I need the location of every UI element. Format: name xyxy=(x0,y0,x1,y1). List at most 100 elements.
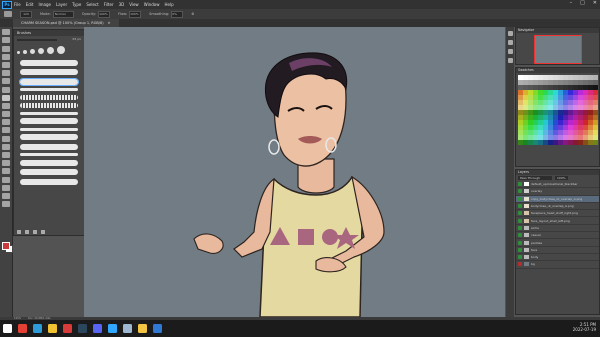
color-swatch[interactable] xyxy=(568,75,573,80)
color-swatch[interactable] xyxy=(563,80,568,85)
color-swatch[interactable] xyxy=(553,120,558,125)
color-swatch[interactable] xyxy=(553,110,558,115)
color-swatch[interactable] xyxy=(523,90,528,95)
color-swatch[interactable] xyxy=(578,75,583,80)
color-swatch[interactable] xyxy=(518,85,523,90)
color-swatch[interactable] xyxy=(533,130,538,135)
color-swatch[interactable] xyxy=(553,75,558,80)
color-swatch[interactable] xyxy=(553,125,558,130)
color-swatch[interactable] xyxy=(553,140,558,145)
brush-size-value[interactable]: 120 xyxy=(20,10,32,18)
color-swatch[interactable] xyxy=(588,75,593,80)
color-swatch[interactable] xyxy=(573,140,578,145)
color-swatch[interactable] xyxy=(518,125,523,130)
color-swatch[interactable] xyxy=(528,95,533,100)
brush-preset-icon[interactable] xyxy=(38,48,44,54)
color-swatch[interactable] xyxy=(523,105,528,110)
crop-tool-icon[interactable] xyxy=(2,61,10,68)
color-swatch[interactable] xyxy=(528,75,533,80)
opacity-value[interactable]: 100% xyxy=(98,10,111,18)
color-swatch[interactable] xyxy=(558,140,563,145)
color-swatch[interactable] xyxy=(583,135,588,140)
color-swatch[interactable] xyxy=(523,130,528,135)
color-swatch[interactable] xyxy=(528,115,533,120)
layer-row[interactable]: bg xyxy=(516,261,599,269)
color-swatch[interactable] xyxy=(593,110,598,115)
color-swatch[interactable] xyxy=(543,85,548,90)
lasso-tool-icon[interactable] xyxy=(2,45,10,52)
color-swatch[interactable] xyxy=(538,100,543,105)
color-swatch[interactable] xyxy=(533,115,538,120)
color-swatch[interactable] xyxy=(558,100,563,105)
brush-preset-icon[interactable] xyxy=(57,46,65,54)
color-swatch[interactable] xyxy=(563,75,568,80)
color-swatch[interactable] xyxy=(563,125,568,130)
new-brush-icon[interactable] xyxy=(33,230,37,234)
color-swatch[interactable] xyxy=(593,100,598,105)
brush-size-slider[interactable] xyxy=(17,38,57,41)
brush-stroke-preview[interactable] xyxy=(20,169,78,175)
color-swatch[interactable] xyxy=(548,105,553,110)
color-swatch[interactable] xyxy=(568,80,573,85)
menu-help[interactable]: Help xyxy=(164,2,173,7)
color-swatch[interactable] xyxy=(558,85,563,90)
color-swatch[interactable] xyxy=(558,135,563,140)
brush-stroke-preview-selected[interactable] xyxy=(19,77,79,86)
zoom-tool-icon[interactable] xyxy=(2,192,10,199)
color-swatch[interactable] xyxy=(593,115,598,120)
blend-mode-select[interactable]: Pass Through xyxy=(518,176,552,180)
shape-tool-icon[interactable] xyxy=(2,176,10,183)
color-swatch[interactable] xyxy=(543,140,548,145)
settings-gear-icon[interactable]: ⚙ xyxy=(191,12,194,16)
color-swatch[interactable] xyxy=(588,95,593,100)
marquee-tool-icon[interactable] xyxy=(2,37,10,44)
color-swatch[interactable] xyxy=(533,100,538,105)
color-swatch[interactable] xyxy=(538,135,543,140)
layer-row[interactable]: face xyxy=(516,247,599,254)
layer-row[interactable]: extra xyxy=(516,225,599,233)
color-swatch[interactable] xyxy=(558,120,563,125)
color-swatch[interactable] xyxy=(533,110,538,115)
quick-select-tool-icon[interactable] xyxy=(2,53,10,60)
color-swatch[interactable] xyxy=(588,105,593,110)
color-swatch[interactable] xyxy=(583,125,588,130)
color-swatch[interactable] xyxy=(543,130,548,135)
start-icon[interactable] xyxy=(3,324,12,333)
brush-stroke-preview[interactable] xyxy=(20,103,78,108)
color-swatch[interactable] xyxy=(573,130,578,135)
color-swatch[interactable] xyxy=(528,110,533,115)
color-swatch[interactable] xyxy=(558,130,563,135)
paragraph-icon[interactable] xyxy=(507,58,513,63)
color-swatch[interactable] xyxy=(538,105,543,110)
properties-icon[interactable] xyxy=(507,40,513,45)
visibility-eye-icon[interactable] xyxy=(518,240,522,245)
color-swatch[interactable] xyxy=(523,75,528,80)
color-swatch[interactable] xyxy=(578,125,583,130)
color-swatch[interactable] xyxy=(573,115,578,120)
color-swatch[interactable] xyxy=(593,125,598,130)
color-swatch[interactable] xyxy=(543,120,548,125)
color-swatch[interactable] xyxy=(553,90,558,95)
color-swatch[interactable] xyxy=(583,120,588,125)
color-swatch[interactable] xyxy=(563,105,568,110)
menu-view[interactable]: View xyxy=(129,2,139,7)
color-swatch[interactable] xyxy=(533,85,538,90)
visibility-eye-icon[interactable] xyxy=(518,189,522,194)
color-swatch[interactable] xyxy=(528,130,533,135)
color-swatch[interactable] xyxy=(548,95,553,100)
color-swatch[interactable] xyxy=(583,80,588,85)
color-swatch[interactable] xyxy=(518,95,523,100)
close-icon[interactable]: ✕ xyxy=(593,0,597,6)
menu-edit[interactable]: Edit xyxy=(26,2,34,7)
color-swatch[interactable] xyxy=(593,75,598,80)
menu-select[interactable]: Select xyxy=(86,2,98,7)
document-tab[interactable]: CHARM SEASON.psd @ 100% (Group 1, RGB/8)… xyxy=(13,19,119,27)
media-player-icon[interactable] xyxy=(63,324,72,333)
brush-tool-icon[interactable] xyxy=(2,94,10,101)
color-swatch[interactable] xyxy=(518,135,523,140)
color-swatch[interactable] xyxy=(528,100,533,105)
frame-tool-icon[interactable] xyxy=(2,70,10,77)
discord-icon[interactable] xyxy=(93,324,102,333)
color-swatch[interactable] xyxy=(543,90,548,95)
color-swatch[interactable] xyxy=(518,115,523,120)
